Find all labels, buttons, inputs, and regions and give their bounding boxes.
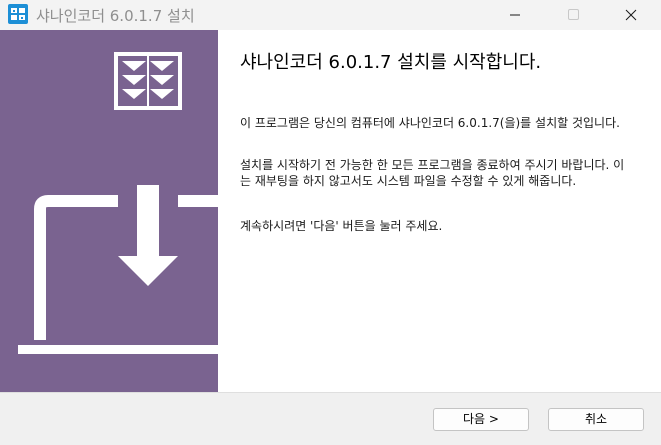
app-icon [8,4,28,24]
next-button[interactable]: 다음 > [433,408,529,431]
maximize-icon [568,9,579,20]
minimize-icon [510,14,520,16]
close-icon [625,9,637,21]
button-bar: 다음 > 취소 [0,392,661,445]
close-programs-paragraph: 설치를 시작하기 전 가능한 한 모든 프로그램을 종료하여 주시기 바랍니다.… [240,158,625,188]
window-title: 샤나인코더 6.0.1.7 설치 [36,7,195,25]
page-heading: 샤나인코더 6.0.1.7 설치를 시작합니다. [240,52,542,73]
laptop-download-icon [18,185,218,354]
continue-paragraph: 계속하시려면 '다음' 버튼을 눌러 주세요. [240,219,443,233]
logo-mark-icon [114,52,182,110]
close-button[interactable] [608,0,654,30]
installer-window: 샤나인코더 6.0.1.7 설치 샤나인코더 6.0.1.7 설치를 시작합니다… [0,0,661,445]
cancel-button[interactable]: 취소 [548,408,644,431]
maximize-button[interactable] [550,0,596,30]
side-banner [0,30,218,392]
intro-paragraph: 이 프로그램은 당신의 컴퓨터에 샤나인코더 6.0.1.7(을)를 설치할 것… [240,116,620,130]
minimize-button[interactable] [492,0,538,30]
content-panel: 샤나인코더 6.0.1.7 설치를 시작합니다. 이 프로그램은 당신의 컴퓨터… [218,30,661,392]
title-bar[interactable]: 샤나인코더 6.0.1.7 설치 [0,0,661,30]
